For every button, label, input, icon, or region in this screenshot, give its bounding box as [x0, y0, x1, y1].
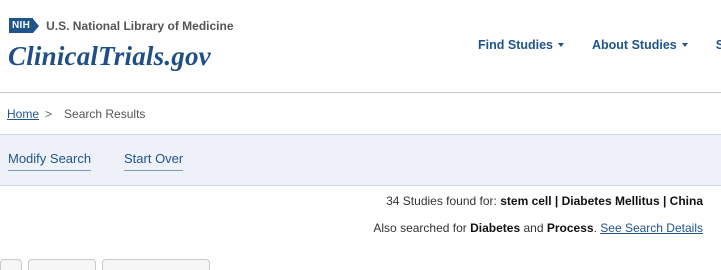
also-searched: Also searched for Diabetes and Process. …	[373, 221, 703, 235]
also-searched-label: Also searched for	[373, 221, 467, 235]
also-searched-and: and	[523, 221, 544, 235]
nav-about-studies-label: About Studies	[592, 38, 677, 52]
caret-down-icon	[681, 43, 688, 47]
nav-find-studies[interactable]: Find Studies	[478, 38, 564, 52]
see-search-details-link[interactable]: See Search Details	[600, 221, 703, 235]
header-divider	[0, 92, 721, 93]
nav-about-studies[interactable]: About Studies	[592, 38, 688, 52]
modify-search-link[interactable]: Modify Search	[8, 151, 92, 171]
also-searched-period: .	[593, 221, 597, 235]
results-query: stem cell | Diabetes Mellitus | China	[500, 194, 703, 208]
nav-find-studies-label: Find Studies	[478, 38, 553, 52]
results-count: 34 Studies found for:	[386, 194, 497, 208]
breadcrumb-home-link[interactable]: Home	[7, 107, 39, 121]
results-summary: 34 Studies found for: stem cell | Diabet…	[386, 194, 703, 208]
top-nav: Find Studies About Studies S	[478, 38, 721, 52]
breadcrumb-current: Search Results	[64, 107, 146, 121]
nih-arrow-icon	[33, 18, 40, 33]
nav-submit-studies-label: S	[715, 38, 721, 52]
also-searched-term-2: Process	[546, 221, 594, 235]
start-over-link[interactable]: Start Over	[124, 151, 184, 171]
nih-logo-icon[interactable]: NIH	[9, 18, 40, 33]
breadcrumb-separator: >	[45, 107, 53, 121]
search-toolbar: Modify Search Start Over	[0, 134, 721, 186]
site-header: NIH U.S. National Library of Medicine Cl…	[0, 0, 721, 93]
nih-logo-text: NIH	[9, 18, 34, 33]
site-logo[interactable]: ClinicalTrials.gov	[8, 41, 211, 72]
caret-down-icon	[558, 43, 564, 47]
breadcrumb: Home > Search Results	[7, 107, 145, 121]
nlm-link[interactable]: U.S. National Library of Medicine	[46, 19, 233, 33]
nav-submit-studies[interactable]: S	[716, 38, 721, 52]
also-searched-term-1: Diabetes	[470, 221, 521, 235]
nih-branding: NIH U.S. National Library of Medicine	[9, 18, 234, 33]
